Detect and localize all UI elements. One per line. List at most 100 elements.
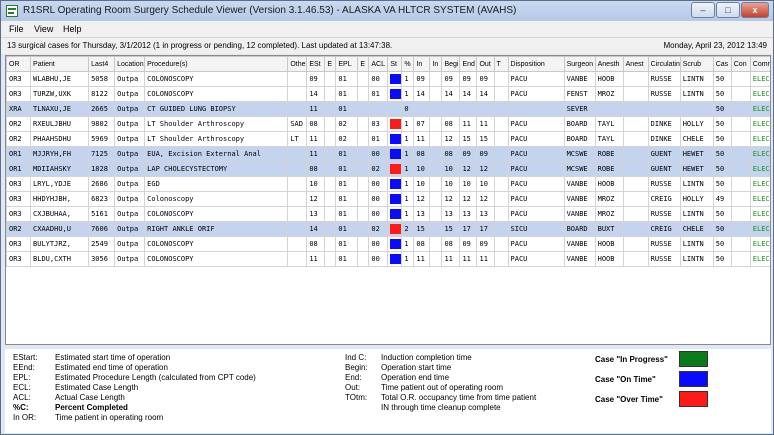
table-cell: 11: [459, 251, 478, 267]
table-row[interactable]: OR3 CXJBUHAA, 5161 Outpa COLONOSCOPY 13 01 00 1 1…: [6, 206, 770, 222]
table-row[interactable]: OR3 LRYL,YDJE 2686 Outpa EGD 10 01 00 1 10 10 10 10 P…: [6, 176, 770, 192]
column-header-14[interactable]: In: [429, 56, 443, 72]
column-header-0[interactable]: OR: [6, 56, 32, 72]
table-cell: 13: [441, 206, 461, 222]
table-cell: 08: [441, 236, 461, 252]
column-header-4[interactable]: Procedure(s): [144, 56, 289, 72]
column-header-13[interactable]: In: [413, 56, 431, 72]
table-cell: LT Shoulder Arthroscopy: [144, 131, 289, 147]
table-cell: [429, 116, 443, 132]
table-row[interactable]: OR2 CXAADHU,U 7606 Outpa RIGHT ANKLE ORIF 14 0…: [6, 221, 770, 237]
column-header-6[interactable]: ESt: [306, 56, 326, 72]
table-cell: [413, 101, 431, 117]
minimize-button[interactable]: –: [691, 2, 715, 18]
table-row[interactable]: XRA TLNAXU,JE 2665 Outpa CT GUIDED LUNG BIOP…: [6, 101, 770, 117]
table-cell: 3056: [88, 251, 116, 267]
table-cell: 1: [401, 206, 415, 222]
column-header-20[interactable]: Surgeon: [563, 56, 596, 72]
column-header-3[interactable]: Location: [114, 56, 146, 72]
column-header-16[interactable]: End: [459, 56, 478, 72]
table-cell: [622, 236, 649, 252]
status-indicator: [390, 209, 401, 219]
table-row[interactable]: OR3 BLDU,CXTH 3056 Outpa COLONOSCOPY 11 01 00 1 1…: [6, 251, 770, 267]
table-cell: 0: [401, 101, 415, 117]
legend-key: TOtm:: [345, 393, 368, 402]
legend-description: Estimated start time of operation: [55, 353, 171, 362]
table-cell: [324, 71, 337, 87]
table-cell: 11: [306, 251, 326, 267]
table-cell: [622, 131, 649, 147]
table-cell: [622, 101, 649, 117]
column-header-27[interactable]: Comm: [749, 56, 770, 72]
table-cell: EGD: [144, 176, 289, 192]
table-cell: BOARD: [563, 221, 596, 237]
table-row[interactable]: OR3 BULYTJRZ, 2549 Outpa COLONOSCOPY 08 01 00 1 0…: [6, 236, 770, 252]
table-cell: COLONOSCOPY: [144, 71, 289, 87]
table-row[interactable]: OR2 RXEULJBHU 9802 Outpa LT Shoulder Arthros…: [6, 116, 770, 132]
column-header-1[interactable]: Patient: [30, 56, 90, 72]
legend-entry: %C: Percent Completed: [13, 403, 128, 412]
table-cell: [324, 131, 337, 147]
column-header-21[interactable]: Anesth: [594, 56, 624, 72]
table-cell: [679, 101, 714, 117]
legend-entry: Out: Time patient out of operating room: [345, 383, 503, 392]
close-button[interactable]: x: [741, 2, 769, 18]
column-header-18[interactable]: T: [493, 56, 509, 72]
table-cell: 02: [335, 131, 359, 147]
table-cell: 03: [368, 116, 389, 132]
column-header-22[interactable]: Anest: [622, 56, 649, 72]
app-icon: [6, 5, 18, 17]
table-cell: ELEC: [749, 191, 770, 207]
header-row: OR Patient Last4 Location Procedure(s) Othe ES…: [6, 56, 770, 72]
table-cell: 02: [368, 161, 389, 177]
column-header-2[interactable]: Last4: [88, 56, 116, 72]
column-header-7[interactable]: E: [324, 56, 337, 72]
table-cell: GUENT: [647, 146, 681, 162]
column-header-26[interactable]: Con: [730, 56, 751, 72]
table-cell: [357, 236, 370, 252]
table-row[interactable]: OR1 MDIIAHSKY 1828 Outpa LAP CHOLECYSTECTOMY…: [6, 161, 770, 177]
legend-entry: ECL: Estimated Case Length: [13, 383, 138, 392]
column-header-9[interactable]: E: [357, 56, 370, 72]
column-header-11[interactable]: St: [387, 56, 403, 72]
table-cell: [493, 206, 509, 222]
column-header-23[interactable]: Circulatin: [647, 56, 681, 72]
table-cell: [287, 236, 308, 252]
table-cell: [622, 176, 649, 192]
table-cell: OR3: [6, 176, 32, 192]
column-header-24[interactable]: Scrub: [679, 56, 714, 72]
table-cell: [493, 176, 509, 192]
column-header-12[interactable]: %: [401, 56, 415, 72]
table-cell: 12: [476, 191, 495, 207]
column-header-10[interactable]: ACL: [368, 56, 389, 72]
table-row[interactable]: OR3 WLABHU,JE 5058 Outpa COLONOSCOPY 09 01 00 1 0…: [6, 71, 770, 87]
menu-help[interactable]: Help: [63, 24, 82, 34]
table-cell: VANBE: [563, 71, 596, 87]
table-row[interactable]: OR2 PHAAHSDHU 5969 Outpa LT Shoulder Arthros…: [6, 131, 770, 147]
table-cell: 50: [712, 101, 732, 117]
legend-description: Percent Completed: [55, 403, 128, 412]
table-cell: 13: [459, 206, 478, 222]
column-header-25[interactable]: Cas: [712, 56, 732, 72]
table-row[interactable]: OR3 TURZW,UXK 8122 Outpa COLONOSCOPY 14 01 01 1 1…: [6, 86, 770, 102]
table-cell: [429, 71, 443, 87]
column-header-5[interactable]: Othe: [287, 56, 308, 72]
menu-view[interactable]: View: [34, 24, 53, 34]
table-row[interactable]: OR1 MJJRYH,FH 7125 Outpa EUA, Excision Exter…: [6, 146, 770, 162]
column-header-17[interactable]: Out: [476, 56, 495, 72]
column-header-8[interactable]: EPL: [335, 56, 359, 72]
table-cell: LINTN: [679, 176, 714, 192]
column-header-15[interactable]: Begi: [441, 56, 461, 72]
table-cell: [622, 116, 649, 132]
table-cell: [387, 71, 403, 87]
table-cell: [429, 86, 443, 102]
legend-key: Out:: [345, 383, 361, 392]
maximize-button[interactable]: □: [716, 2, 740, 18]
legend-panel: EStart: Estimated start time of operation…: [5, 349, 771, 433]
table-cell: PACU: [507, 86, 565, 102]
column-header-19[interactable]: Disposition: [507, 56, 565, 72]
menu-file[interactable]: File: [9, 24, 24, 34]
table-row[interactable]: OR3 HHDYHJBH, 6823 Outpa Colonoscopy 12 01 00 1 1…: [6, 191, 770, 207]
schedule-grid[interactable]: OR Patient Last4 Location Procedure(s) Othe ES…: [5, 55, 771, 345]
table-cell: [622, 146, 649, 162]
